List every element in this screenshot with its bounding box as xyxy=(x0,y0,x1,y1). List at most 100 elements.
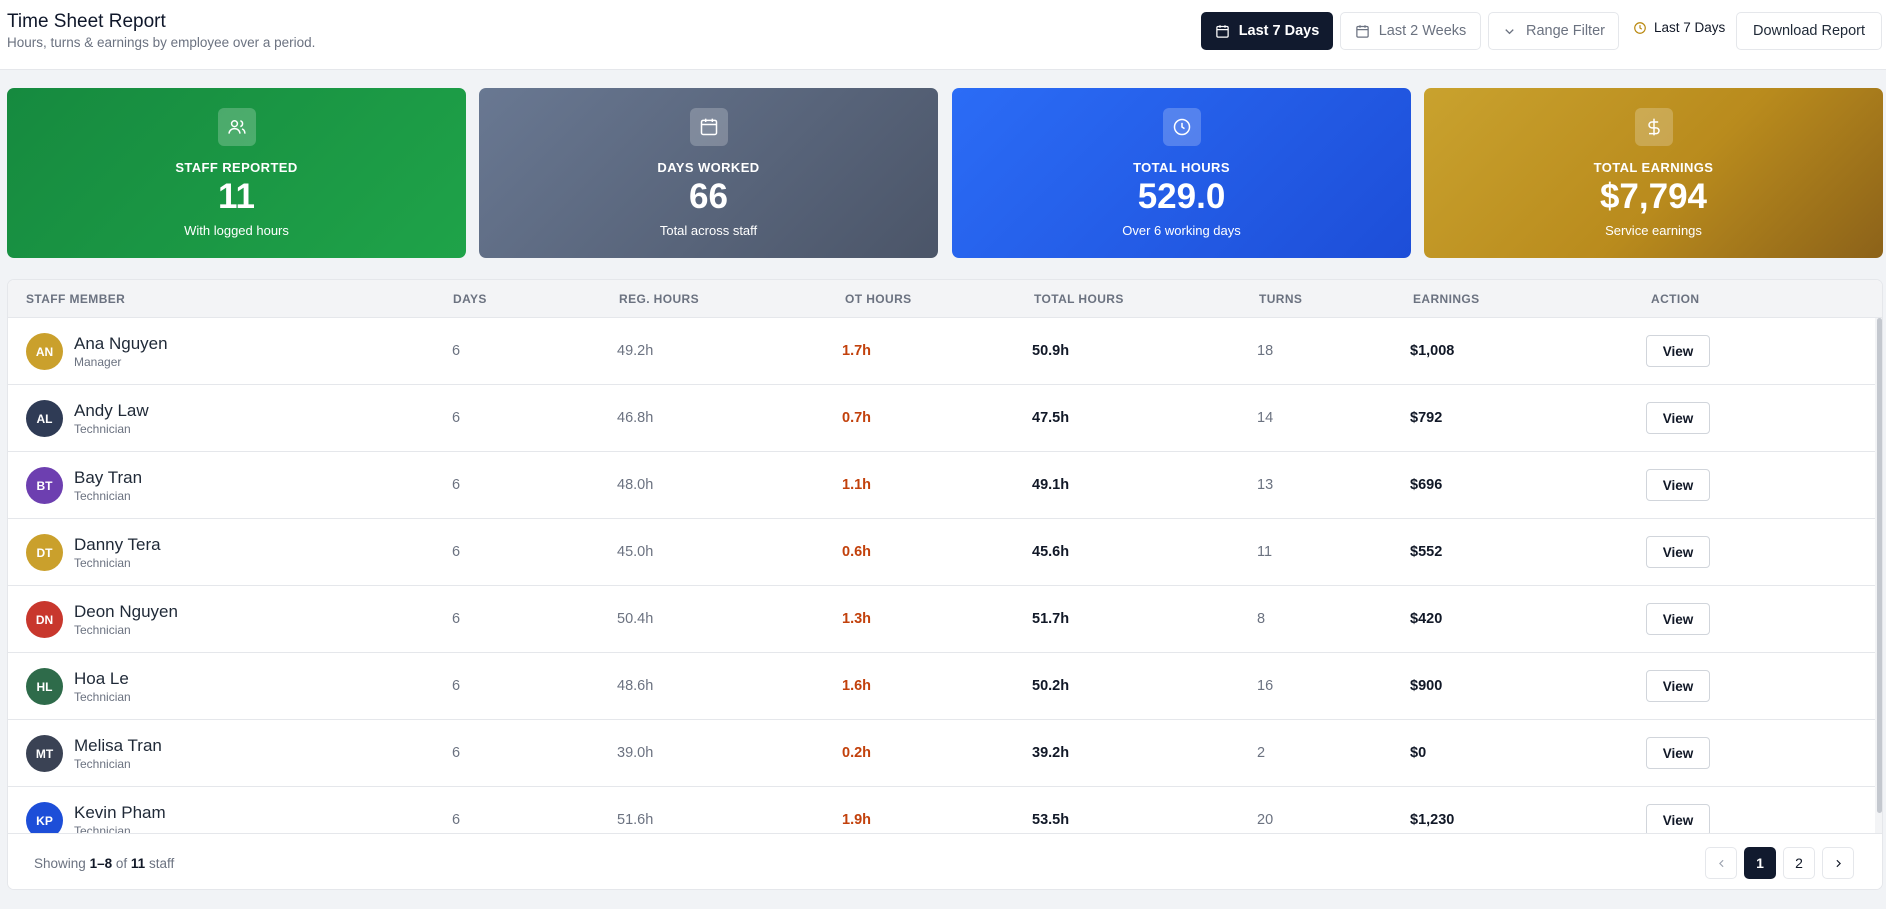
avatar: KP xyxy=(26,802,63,833)
column-header-earnings[interactable]: EARNINGS xyxy=(1413,292,1480,306)
staff-name: Andy Law xyxy=(74,401,149,420)
card-label: TOTAL HOURS xyxy=(1133,160,1230,175)
table-row: AN Ana Nguyen Manager 6 49.2h 1.7h 50.9h… xyxy=(8,318,1875,385)
last-7-days-button[interactable]: Last 7 Days xyxy=(1201,12,1333,50)
days-worked-card: DAYS WORKED 66 Total across staff xyxy=(479,88,938,258)
staff-name: Danny Tera xyxy=(74,535,161,554)
table-body[interactable]: AN Ana Nguyen Manager 6 49.2h 1.7h 50.9h… xyxy=(8,318,1875,833)
card-label: STAFF REPORTED xyxy=(175,160,298,175)
view-button[interactable]: View xyxy=(1646,469,1710,501)
card-value: $7,794 xyxy=(1599,177,1708,216)
staff-name: Hoa Le xyxy=(74,669,129,688)
earnings-cell: $0 xyxy=(1410,745,1427,761)
earnings-cell: $420 xyxy=(1410,611,1443,627)
days-cell: 6 xyxy=(452,343,461,359)
reg-hours-cell: 49.2h xyxy=(617,343,654,359)
avatar: MT xyxy=(26,735,63,772)
column-header-turns[interactable]: TURNS xyxy=(1259,292,1302,306)
users-icon xyxy=(217,108,256,146)
turns-cell: 16 xyxy=(1257,678,1274,694)
page-2-button[interactable]: 2 xyxy=(1783,847,1815,879)
staff-role: Technician xyxy=(74,757,131,771)
reg-hours-cell: 46.8h xyxy=(617,410,654,426)
staff-role: Technician xyxy=(74,690,131,704)
reg-hours-cell: 45.0h xyxy=(617,544,654,560)
avatar: AN xyxy=(26,333,63,370)
next-page-button[interactable] xyxy=(1822,847,1854,879)
chevron-left-icon xyxy=(1718,859,1724,867)
turns-cell: 11 xyxy=(1257,544,1273,560)
total-hours-cell: 51.7h xyxy=(1032,611,1070,627)
reg-hours-cell: 39.0h xyxy=(617,745,654,761)
timesheet-table: STAFF MEMBER DAYS REG. HOURS OT HOURS TO… xyxy=(7,279,1883,890)
dollar-icon xyxy=(1634,108,1673,146)
view-button[interactable]: View xyxy=(1646,804,1710,833)
turns-cell: 14 xyxy=(1257,410,1274,426)
column-header-total-hours[interactable]: TOTAL HOURS xyxy=(1034,292,1124,306)
ot-hours-cell: 0.2h xyxy=(842,745,872,761)
days-cell: 6 xyxy=(452,745,461,761)
avatar: HL xyxy=(26,668,63,705)
days-cell: 6 xyxy=(452,477,461,493)
reg-hours-cell: 48.0h xyxy=(617,477,654,493)
staff-role: Technician xyxy=(74,623,131,637)
days-cell: 6 xyxy=(452,410,461,426)
table-row: AL Andy Law Technician 6 46.8h 0.7h 47.5… xyxy=(8,385,1875,452)
range-filter-button[interactable]: Range Filter xyxy=(1488,12,1619,50)
view-button[interactable]: View xyxy=(1646,670,1710,702)
showing-prefix: Showing xyxy=(34,856,86,871)
total-hours-cell: 45.6h xyxy=(1032,544,1070,560)
calendar-icon xyxy=(1215,24,1229,38)
last-2-weeks-button[interactable]: Last 2 Weeks xyxy=(1340,12,1481,50)
showing-suffix: staff xyxy=(148,856,175,871)
total-hours-cell: 50.9h xyxy=(1032,343,1070,359)
showing-of: of xyxy=(115,856,128,871)
card-label: DAYS WORKED xyxy=(657,160,760,175)
reg-hours-cell: 50.4h xyxy=(617,611,654,627)
column-header-staff[interactable]: STAFF MEMBER xyxy=(26,292,125,306)
staff-name: Kevin Pham xyxy=(74,803,166,822)
clock-icon xyxy=(1634,21,1646,34)
earnings-cell: $900 xyxy=(1410,678,1443,694)
staff-name: Melisa Tran xyxy=(74,736,162,755)
earnings-cell: $1,230 xyxy=(1410,812,1455,828)
ot-hours-cell: 1.9h xyxy=(842,812,872,828)
view-button[interactable]: View xyxy=(1646,603,1710,635)
prev-page-button[interactable] xyxy=(1705,847,1737,879)
earnings-cell: $696 xyxy=(1410,477,1443,493)
page-1-button[interactable]: 1 xyxy=(1744,847,1776,879)
page-header: Time Sheet Report Hours, turns & earning… xyxy=(0,0,1886,70)
column-header-ot-hours[interactable]: OT HOURS xyxy=(845,292,912,306)
download-report-label: Download Report xyxy=(1752,23,1866,39)
ot-hours-cell: 1.1h xyxy=(842,477,872,493)
table-row: MT Melisa Tran Technician 6 39.0h 0.2h 3… xyxy=(8,720,1875,787)
chevron-right-icon xyxy=(1835,859,1841,867)
earnings-cell: $792 xyxy=(1410,410,1443,426)
avatar: BT xyxy=(26,467,63,504)
view-button[interactable]: View xyxy=(1646,737,1710,769)
download-report-button[interactable]: Download Report xyxy=(1736,12,1882,50)
total-hours-cell: 50.2h xyxy=(1032,678,1070,694)
column-header-days[interactable]: DAYS xyxy=(453,292,487,306)
current-period: Last 7 Days xyxy=(1633,20,1725,35)
range-filter-label: Range Filter xyxy=(1526,23,1605,39)
staff-name: Ana Nguyen xyxy=(74,334,168,353)
ot-hours-cell: 1.3h xyxy=(842,611,872,627)
view-button[interactable]: View xyxy=(1646,402,1710,434)
scrollbar-thumb[interactable] xyxy=(1877,318,1882,813)
staff-role: Manager xyxy=(74,355,122,369)
showing-total: 11 xyxy=(130,856,146,871)
column-header-action: ACTION xyxy=(1651,292,1700,306)
view-button[interactable]: View xyxy=(1646,335,1710,367)
ot-hours-cell: 0.7h xyxy=(842,410,872,426)
staff-reported-card: STAFF REPORTED 11 With logged hours xyxy=(7,88,466,258)
table-scrollbar[interactable] xyxy=(1875,318,1882,833)
staff-role: Technician xyxy=(74,824,131,833)
staff-name: Deon Nguyen xyxy=(74,602,178,621)
card-subtext: Total across staff xyxy=(659,223,758,238)
card-subtext: With logged hours xyxy=(184,223,289,238)
view-button[interactable]: View xyxy=(1646,536,1710,568)
column-header-reg-hours[interactable]: REG. HOURS xyxy=(619,292,699,306)
total-hours-card: TOTAL HOURS 529.0 Over 6 working days xyxy=(952,88,1411,258)
turns-cell: 18 xyxy=(1257,343,1274,359)
